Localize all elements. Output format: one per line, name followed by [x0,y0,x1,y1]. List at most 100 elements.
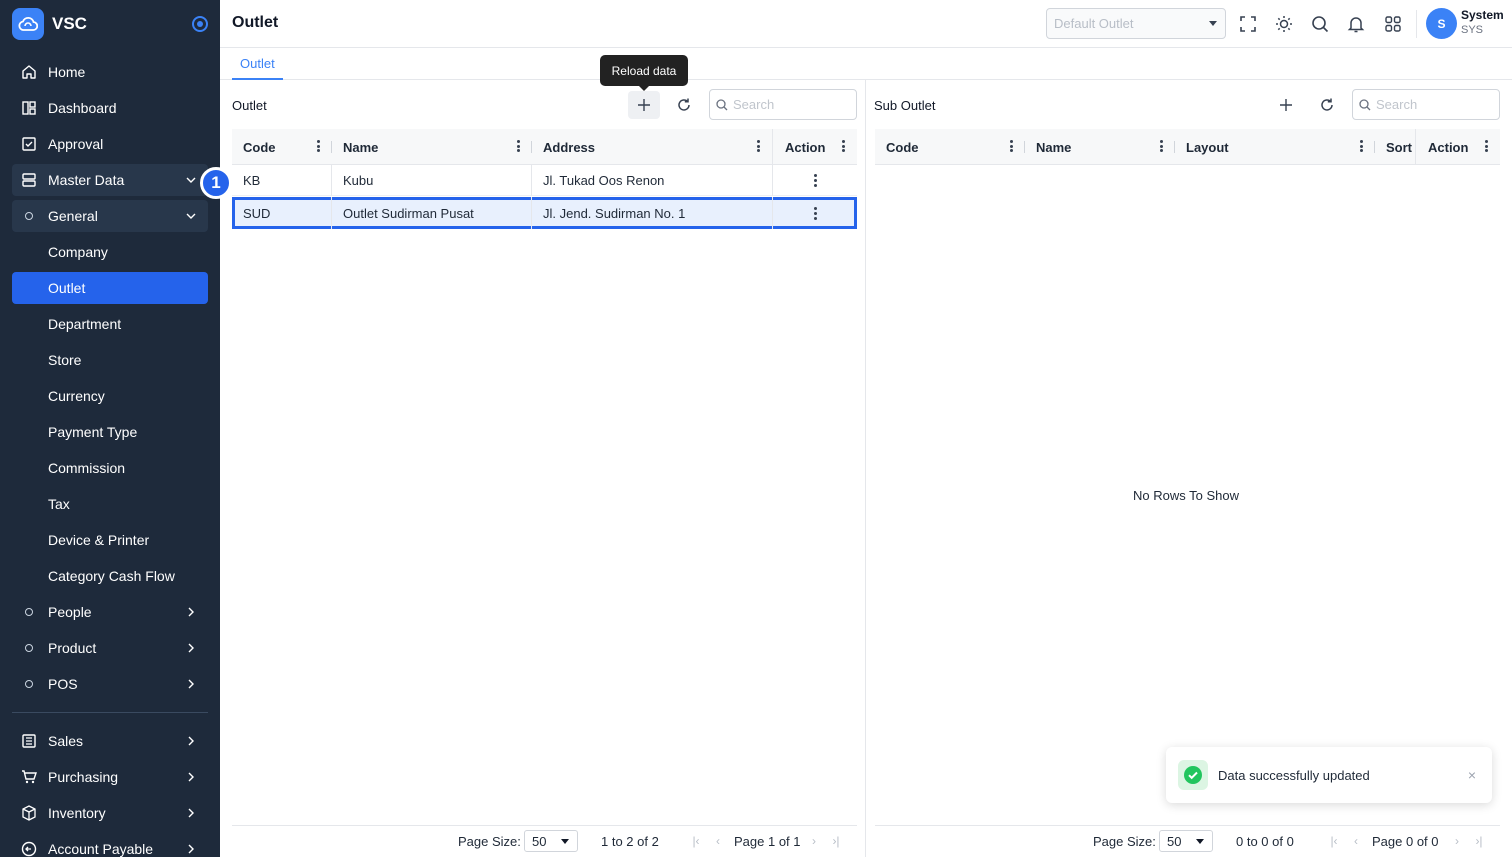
bell-icon[interactable] [1345,13,1367,35]
column-menu-icon[interactable] [1359,140,1363,154]
fullscreen-icon[interactable] [1237,13,1259,35]
sidebar-item-label: Outlet [48,280,86,296]
column-header-sort[interactable]: Sort [1375,129,1415,165]
chevron-down-icon [184,173,198,187]
prev-page-icon[interactable]: ‹ [1351,834,1361,848]
header-separator [1416,10,1417,38]
column-header-name[interactable]: Name [1025,129,1175,165]
page-text: Page 1 of 1 [734,834,801,849]
sidebar-item-account-payable[interactable]: Account Payable [12,833,208,857]
column-header-layout[interactable]: Layout [1175,129,1375,165]
outlet-search[interactable] [709,89,857,120]
first-page-icon[interactable]: |‹ [1329,834,1339,848]
cell-code: KB [232,164,332,196]
last-page-icon[interactable]: ›| [831,834,841,848]
sidebar-item-purchasing[interactable]: Purchasing [12,761,208,793]
sidebar-item-category-cash-flow[interactable]: Category Cash Flow [12,560,208,592]
row-action-menu-icon[interactable] [773,164,857,196]
default-outlet-select[interactable]: Default Outlet [1046,8,1226,39]
cell-address: Jl. Jend. Sudirman No. 1 [532,197,773,229]
sidebar-item-outlet[interactable]: Outlet [12,272,208,304]
column-header-action[interactable]: Action [772,129,857,165]
tab-outlet[interactable]: Outlet [232,48,283,80]
outlet-grid: Code Name Address Action KB Kubu Jl. Tuk… [232,129,857,825]
circle-icon [21,604,37,620]
reload-sub-outlet-button[interactable] [1311,91,1343,119]
apps-grid-icon[interactable] [1382,13,1404,35]
next-page-icon[interactable]: › [809,834,819,848]
sidebar-item-label: Purchasing [48,769,119,785]
sidebar-item-store[interactable]: Store [12,344,208,376]
sidebar-item-inventory[interactable]: Inventory [12,797,208,829]
column-menu-icon[interactable] [756,140,760,154]
row-range-text: 1 to 2 of 2 [601,834,659,849]
sidebar-item-master-data[interactable]: Master Data [12,164,208,196]
column-header-address[interactable]: Address [532,129,772,165]
column-header-code[interactable]: Code [232,129,332,165]
sidebar-item-label: General [48,208,98,224]
chevron-right-icon [184,734,198,748]
sidebar-item-approval[interactable]: Approval [12,128,208,160]
chevron-right-icon [184,677,198,691]
first-page-icon[interactable]: |‹ [691,834,701,848]
sidebar-item-currency[interactable]: Currency [12,380,208,412]
outlet-grid-header: Code Name Address Action [232,129,857,165]
page-size-select[interactable]: 50 [1159,830,1213,852]
column-menu-icon[interactable] [1484,140,1488,154]
sub-outlet-search-input[interactable] [1376,97,1486,112]
approval-check-icon [21,136,37,152]
sidebar-item-label: People [48,604,92,620]
avatar[interactable]: S [1426,8,1457,39]
server-icon [21,172,37,188]
search-icon[interactable] [1309,13,1331,35]
sidebar-item-pos[interactable]: POS [12,668,208,700]
sidebar-item-dashboard[interactable]: Dashboard [12,92,208,124]
add-outlet-button[interactable] [628,91,660,119]
sidebar-item-payment-type[interactable]: Payment Type [12,416,208,448]
column-header-action[interactable]: Action [1415,129,1500,165]
reload-outlet-button[interactable] [668,91,700,119]
sidebar-item-sales[interactable]: Sales [12,725,208,757]
sidebar-item-label: Product [48,640,97,656]
prev-page-icon[interactable]: ‹ [713,834,723,848]
last-page-icon[interactable]: ›| [1474,834,1484,848]
sidebar-item-label: Currency [48,388,105,404]
table-row[interactable]: SUD Outlet Sudirman Pusat Jl. Jend. Sudi… [232,197,857,229]
next-page-icon[interactable]: › [1452,834,1462,848]
sidebar-item-department[interactable]: Department [12,308,208,340]
sidebar-item-product[interactable]: Product [12,632,208,664]
column-header-code[interactable]: Code [875,129,1025,165]
sidebar-item-home[interactable]: Home [12,56,208,88]
close-icon[interactable]: × [1466,768,1478,782]
sidebar-item-general[interactable]: General [12,200,208,232]
column-menu-icon[interactable] [841,140,845,154]
sidebar-toggle-icon[interactable] [192,16,208,32]
plus-icon [638,99,650,111]
chevron-right-icon [184,770,198,784]
column-header-name[interactable]: Name [332,129,532,165]
column-menu-icon[interactable] [1159,140,1163,154]
sidebar-item-tax[interactable]: Tax [12,488,208,520]
column-menu-icon[interactable] [516,140,520,154]
sub-outlet-search[interactable] [1352,89,1500,120]
page-size-select[interactable]: 50 [524,830,578,852]
sidebar-item-device-printer[interactable]: Device & Printer [12,524,208,556]
sun-theme-icon[interactable] [1273,13,1295,35]
sidebar-item-company[interactable]: Company [12,236,208,268]
table-row[interactable]: KB Kubu Jl. Tukad Oos Renon [232,164,857,196]
circle-icon [21,640,37,656]
brand[interactable]: VSC [12,8,208,40]
outlet-panel-title: Outlet [232,98,267,113]
box-icon [21,805,37,821]
row-action-menu-icon[interactable] [773,197,857,229]
sidebar: VSC Home Dashboard Approval Master Data … [0,0,220,857]
sidebar-item-commission[interactable]: Commission [12,452,208,484]
brand-name: VSC [52,14,87,33]
column-menu-icon[interactable] [1009,140,1013,154]
cloud-logo-icon [12,8,44,40]
sidebar-item-people[interactable]: People [12,596,208,628]
column-menu-icon[interactable] [316,140,320,154]
add-sub-outlet-button[interactable] [1270,91,1302,119]
outlet-search-input[interactable] [733,97,843,112]
sidebar-item-label: Home [48,64,86,80]
